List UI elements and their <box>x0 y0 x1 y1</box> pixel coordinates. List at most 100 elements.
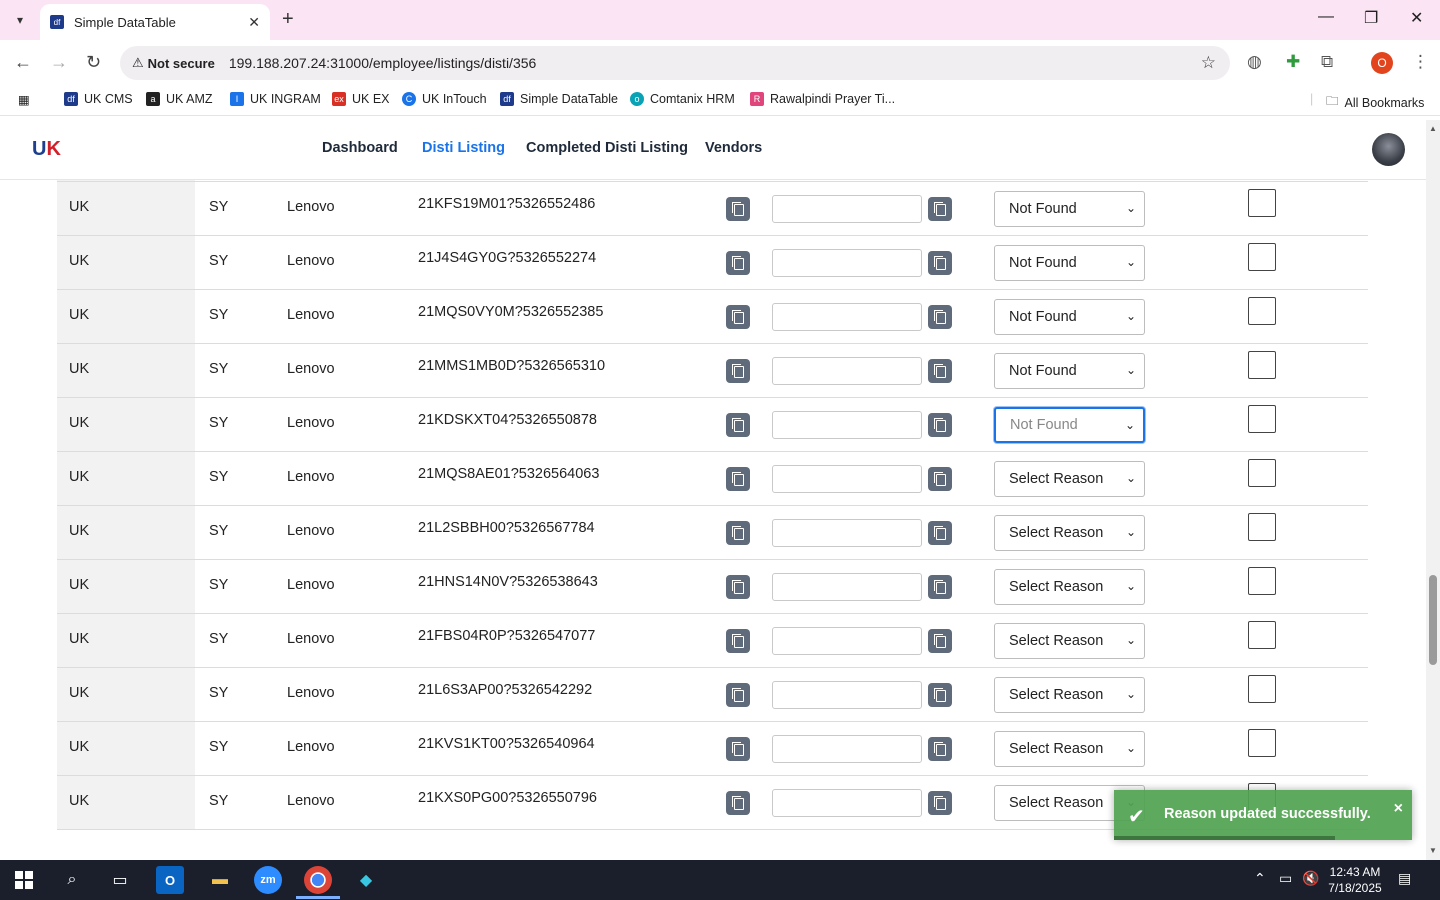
copy-value-icon[interactable] <box>928 629 952 653</box>
value-input[interactable] <box>772 411 922 439</box>
value-input[interactable] <box>772 573 922 601</box>
bookmark-uk-amz[interactable]: a UK AMZ <box>146 92 213 106</box>
apps-grid-icon[interactable]: ▦ <box>18 92 30 107</box>
chrome-icon[interactable] <box>304 866 332 894</box>
copy-value-icon[interactable] <box>928 305 952 329</box>
copy-value-icon[interactable] <box>928 359 952 383</box>
bookmark-rawalpindi-prayer[interactable]: R Rawalpindi Prayer Ti... <box>750 92 895 106</box>
minimize-icon[interactable]: — <box>1318 8 1334 26</box>
system-clock[interactable]: 12:43 AM 7/18/2025 <box>1325 864 1385 896</box>
row-checkbox[interactable] <box>1248 405 1276 433</box>
row-checkbox[interactable] <box>1248 621 1276 649</box>
bookmark-uk-ingram[interactable]: I UK INGRAM <box>230 92 321 106</box>
copy-value-icon[interactable] <box>928 251 952 275</box>
copy-sku-icon[interactable] <box>726 197 750 221</box>
row-checkbox[interactable] <box>1248 243 1276 271</box>
new-tab-button[interactable]: + <box>282 8 294 31</box>
reason-select[interactable]: Not Found ⌄ <box>994 353 1145 389</box>
bookmark-uk-intouch[interactable]: C UK InTouch <box>402 92 487 106</box>
copy-sku-icon[interactable] <box>726 737 750 761</box>
reason-select[interactable]: Select Reason ⌄ <box>994 731 1145 767</box>
bookmark-uk-cms[interactable]: df UK CMS <box>64 92 133 106</box>
value-input[interactable] <box>772 789 922 817</box>
url-text[interactable]: 199.188.207.24:31000/employee/listings/d… <box>229 55 536 71</box>
reason-select[interactable]: Select Reason ⌄ <box>994 515 1145 551</box>
value-input[interactable] <box>772 681 922 709</box>
translate-icon[interactable]: ◍ <box>1247 52 1262 72</box>
extensions-puzzle-icon[interactable]: ⧉ <box>1321 52 1333 72</box>
forward-arrow-icon[interactable]: → <box>50 52 68 73</box>
copy-value-icon[interactable] <box>928 197 952 221</box>
copy-value-icon[interactable] <box>928 683 952 707</box>
search-icon[interactable]: ⌕ <box>58 866 86 894</box>
copy-sku-icon[interactable] <box>726 413 750 437</box>
nav-disti-listing[interactable]: Disti Listing <box>422 140 505 156</box>
value-input[interactable] <box>772 303 922 331</box>
notification-center-icon[interactable]: ▤ <box>1398 870 1411 887</box>
warning-icon[interactable]: ⚠ <box>132 55 144 71</box>
back-arrow-icon[interactable]: ← <box>14 52 32 73</box>
page-scrollbar[interactable]: ▲ ▼ <box>1426 120 1440 860</box>
copy-value-icon[interactable] <box>928 413 952 437</box>
extension-plus-icon[interactable]: ✚ <box>1286 52 1300 72</box>
not-secure-label[interactable]: Not secure <box>148 56 215 71</box>
nav-completed-disti-listing[interactable]: Completed Disti Listing <box>526 140 688 156</box>
copy-sku-icon[interactable] <box>726 359 750 383</box>
value-input[interactable] <box>772 627 922 655</box>
copy-value-icon[interactable] <box>928 575 952 599</box>
value-input[interactable] <box>772 465 922 493</box>
reason-select[interactable]: Not Found ⌄ <box>994 245 1145 281</box>
outlook-icon[interactable]: O <box>156 866 184 894</box>
row-checkbox[interactable] <box>1248 459 1276 487</box>
copy-sku-icon[interactable] <box>726 575 750 599</box>
row-checkbox[interactable] <box>1248 189 1276 217</box>
file-explorer-icon[interactable]: ▬ <box>206 866 234 894</box>
windows-start-icon[interactable] <box>10 866 38 894</box>
profile-avatar[interactable]: O <box>1371 52 1393 74</box>
success-toast[interactable]: ✔ Reason updated successfully. × <box>1114 790 1412 840</box>
row-checkbox[interactable] <box>1248 675 1276 703</box>
copy-sku-icon[interactable] <box>726 467 750 491</box>
copy-sku-icon[interactable] <box>726 629 750 653</box>
scrollbar-thumb[interactable] <box>1429 575 1437 665</box>
browser-tab-active[interactable]: df Simple DataTable ✕ <box>40 4 270 40</box>
nav-vendors[interactable]: Vendors <box>705 140 762 156</box>
reload-icon[interactable]: ↻ <box>86 52 101 73</box>
row-checkbox[interactable] <box>1248 567 1276 595</box>
copy-sku-icon[interactable] <box>726 305 750 329</box>
network-icon[interactable]: ▭ <box>1279 870 1292 887</box>
volume-muted-icon[interactable]: 🔇 <box>1302 870 1319 887</box>
zoom-icon[interactable]: zm <box>254 866 282 894</box>
scroll-down-icon[interactable]: ▼ <box>1429 846 1437 855</box>
copy-sku-icon[interactable] <box>726 521 750 545</box>
reason-select[interactable]: Not Found ⌄ <box>994 407 1145 443</box>
copy-value-icon[interactable] <box>928 737 952 761</box>
row-checkbox[interactable] <box>1248 729 1276 757</box>
all-bookmarks[interactable]: 🗀 All Bookmarks <box>1326 92 1424 113</box>
row-checkbox[interactable] <box>1248 351 1276 379</box>
value-input[interactable] <box>772 249 922 277</box>
menu-kebab-icon[interactable]: ⋮ <box>1412 52 1429 72</box>
app-diamond-icon[interactable]: ◆ <box>352 866 380 894</box>
bookmark-comtanix-hrm[interactable]: o Comtanix HRM <box>630 92 735 106</box>
reason-select[interactable]: Select Reason ⌄ <box>994 461 1145 497</box>
copy-sku-icon[interactable] <box>726 683 750 707</box>
window-close-icon[interactable]: ✕ <box>1410 8 1423 28</box>
reason-select[interactable]: Select Reason ⌄ <box>994 677 1145 713</box>
tray-chevron-icon[interactable]: ⌃ <box>1254 870 1266 887</box>
bookmark-simple-datatable[interactable]: df Simple DataTable <box>500 92 618 106</box>
bookmark-uk-ex[interactable]: ex UK EX <box>332 92 390 106</box>
reason-select[interactable]: Select Reason ⌄ <box>994 623 1145 659</box>
copy-sku-icon[interactable] <box>726 791 750 815</box>
restore-icon[interactable]: ❐ <box>1364 8 1378 28</box>
task-view-icon[interactable]: ▭ <box>106 866 134 894</box>
address-bar[interactable]: ⚠ Not secure 199.188.207.24:31000/employ… <box>120 46 1230 80</box>
value-input[interactable] <box>772 195 922 223</box>
uk-logo[interactable]: UK <box>32 138 61 161</box>
toast-close-icon[interactable]: × <box>1394 800 1403 818</box>
user-avatar[interactable] <box>1372 133 1405 166</box>
copy-sku-icon[interactable] <box>726 251 750 275</box>
reason-select[interactable]: Not Found ⌄ <box>994 299 1145 335</box>
value-input[interactable] <box>772 735 922 763</box>
copy-value-icon[interactable] <box>928 467 952 491</box>
